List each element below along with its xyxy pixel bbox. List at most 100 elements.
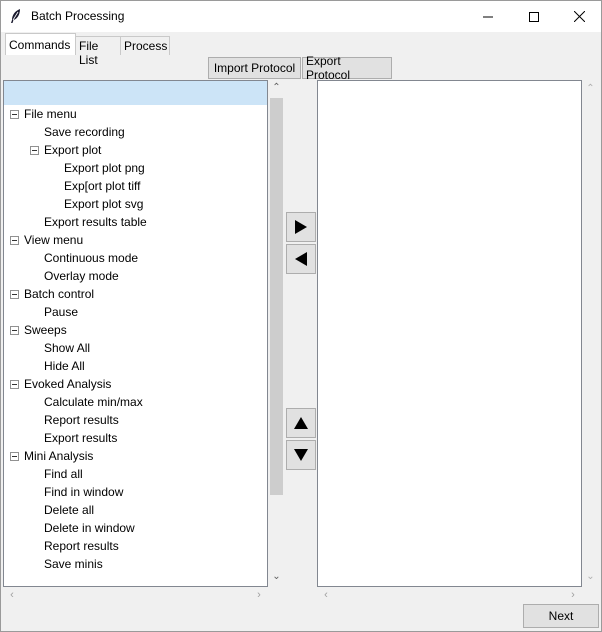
- collapse-icon[interactable]: [10, 380, 19, 389]
- right-arrow-icon: [295, 220, 307, 234]
- tree-item-label: Continuous mode: [44, 251, 139, 265]
- tree-item-label: View menu: [24, 233, 84, 247]
- tab-process[interactable]: Process: [120, 36, 170, 55]
- close-button[interactable]: [556, 1, 602, 32]
- command-tree[interactable]: File menu Save recording Export plot Export…: [3, 80, 268, 587]
- tree-item[interactable]: Find all: [4, 465, 267, 483]
- tab-file-list[interactable]: File List: [75, 36, 121, 67]
- tree-item[interactable]: Find in window: [4, 483, 267, 501]
- tree-item[interactable]: Delete in window: [4, 519, 267, 537]
- collapse-icon[interactable]: [10, 326, 19, 335]
- tree-item[interactable]: Hide All: [4, 357, 267, 375]
- scroll-right-icon[interactable]: ›: [252, 587, 266, 604]
- tree-item-label: Evoked Analysis: [24, 377, 112, 391]
- left-arrow-icon: [295, 252, 307, 266]
- up-arrow-icon: [294, 417, 308, 429]
- tree-item[interactable]: Exp[ort plot tiff: [4, 177, 267, 195]
- tree-item-label: Find in window: [44, 485, 124, 499]
- tree-item[interactable]: Export plot png: [4, 159, 267, 177]
- collapse-icon[interactable]: [30, 146, 39, 155]
- tree-group[interactable]: Sweeps: [4, 321, 267, 339]
- collapse-icon[interactable]: [10, 452, 19, 461]
- title-bar[interactable]: Batch Processing: [1, 1, 601, 32]
- tree-item-label: Delete all: [44, 503, 95, 517]
- tree-group[interactable]: File menu: [4, 105, 267, 123]
- protocol-vertical-scrollbar[interactable]: ⌃ ⌄: [582, 80, 599, 587]
- window-title: Batch Processing: [31, 9, 125, 23]
- tab-label: Commands: [9, 38, 71, 52]
- tree-item-label: Export plot: [44, 143, 102, 157]
- tree-item-label: Export results: [44, 431, 118, 445]
- tree-item-label: Show All: [44, 341, 91, 355]
- scroll-up-icon[interactable]: ⌃: [582, 82, 599, 96]
- tree-item-label: Save minis: [44, 557, 103, 571]
- move-up-button[interactable]: [286, 408, 316, 438]
- tree-group[interactable]: Evoked Analysis: [4, 375, 267, 393]
- tree-item[interactable]: Save recording: [4, 123, 267, 141]
- tree-item[interactable]: Report results: [4, 537, 267, 555]
- tree-group[interactable]: View menu: [4, 231, 267, 249]
- tree-item[interactable]: Export plot svg: [4, 195, 267, 213]
- tab-label: File List: [79, 39, 99, 67]
- minimize-button[interactable]: [465, 1, 511, 32]
- scroll-down-icon[interactable]: ⌄: [268, 570, 285, 584]
- export-protocol-button[interactable]: Export Protocol: [302, 54, 392, 82]
- tab-bar: Commands File List Process: [3, 33, 602, 67]
- scroll-left-icon[interactable]: ‹: [5, 587, 19, 604]
- tree-item[interactable]: Show All: [4, 339, 267, 357]
- batch-processing-window: Batch Processing Commands File List Proc…: [0, 0, 602, 632]
- tree-item[interactable]: Continuous mode: [4, 249, 267, 267]
- next-button[interactable]: Next: [523, 604, 599, 628]
- feather-icon: [11, 9, 20, 23]
- tab-label: Process: [124, 39, 168, 53]
- tree-item[interactable]: Pause: [4, 303, 267, 321]
- tree-group[interactable]: Batch control: [4, 285, 267, 303]
- collapse-icon[interactable]: [10, 290, 19, 299]
- protocol-list[interactable]: [317, 80, 582, 587]
- tree-item-label: Sweeps: [24, 323, 67, 337]
- tree-item[interactable]: Save minis: [4, 555, 267, 573]
- collapse-icon[interactable]: [10, 236, 19, 245]
- tree-item[interactable]: Report results: [4, 411, 267, 429]
- tree-selected-row[interactable]: [4, 81, 267, 105]
- maximize-button[interactable]: [511, 1, 557, 32]
- tree-item-label: Export plot svg: [64, 197, 144, 211]
- tree-item-label: Report results: [44, 413, 119, 427]
- tree-item-label: Export results table: [44, 215, 147, 229]
- tree-horizontal-scrollbar[interactable]: ‹ ›: [3, 587, 268, 604]
- scroll-up-icon[interactable]: ⌃: [268, 81, 285, 95]
- tree-item-label: Exp[ort plot tiff: [64, 179, 141, 193]
- tab-commands[interactable]: Commands: [5, 33, 76, 55]
- tree-item-label: Overlay mode: [44, 269, 119, 283]
- tree-item-label: Find all: [44, 467, 83, 481]
- tree-item-label: Mini Analysis: [24, 449, 94, 463]
- remove-command-button[interactable]: [286, 244, 316, 274]
- tree-item[interactable]: Export results table: [4, 213, 267, 231]
- import-protocol-button[interactable]: Import Protocol: [208, 57, 301, 79]
- move-down-button[interactable]: [286, 440, 316, 470]
- tree-vertical-scrollbar[interactable]: ⌃ ⌄: [268, 82, 285, 587]
- scroll-down-icon[interactable]: ⌄: [582, 570, 599, 584]
- tree-item-label: Calculate min/max: [44, 395, 143, 409]
- tree-item[interactable]: Export plot: [4, 141, 267, 159]
- tree-item-label: Report results: [44, 539, 119, 553]
- tree-item-label: Delete in window: [44, 521, 135, 535]
- protocol-horizontal-scrollbar[interactable]: ‹ ›: [317, 587, 582, 604]
- collapse-icon[interactable]: [10, 110, 19, 119]
- scroll-left-icon[interactable]: ‹: [319, 587, 333, 604]
- tree-item[interactable]: Delete all: [4, 501, 267, 519]
- tree-scroll-thumb[interactable]: [270, 98, 283, 495]
- add-command-button[interactable]: [286, 212, 316, 242]
- tree-item-label: Export plot png: [64, 161, 145, 175]
- tree-item[interactable]: Overlay mode: [4, 267, 267, 285]
- tree-item-label: Hide All: [44, 359, 85, 373]
- close-icon: [573, 11, 585, 22]
- maximize-icon: [529, 11, 539, 22]
- tree-item[interactable]: Calculate min/max: [4, 393, 267, 411]
- tree-item-label: Batch control: [24, 287, 95, 301]
- down-arrow-icon: [294, 449, 308, 461]
- scroll-right-icon[interactable]: ›: [566, 587, 580, 604]
- minimize-icon: [483, 16, 493, 17]
- tree-item[interactable]: Export results: [4, 429, 267, 447]
- tree-group[interactable]: Mini Analysis: [4, 447, 267, 465]
